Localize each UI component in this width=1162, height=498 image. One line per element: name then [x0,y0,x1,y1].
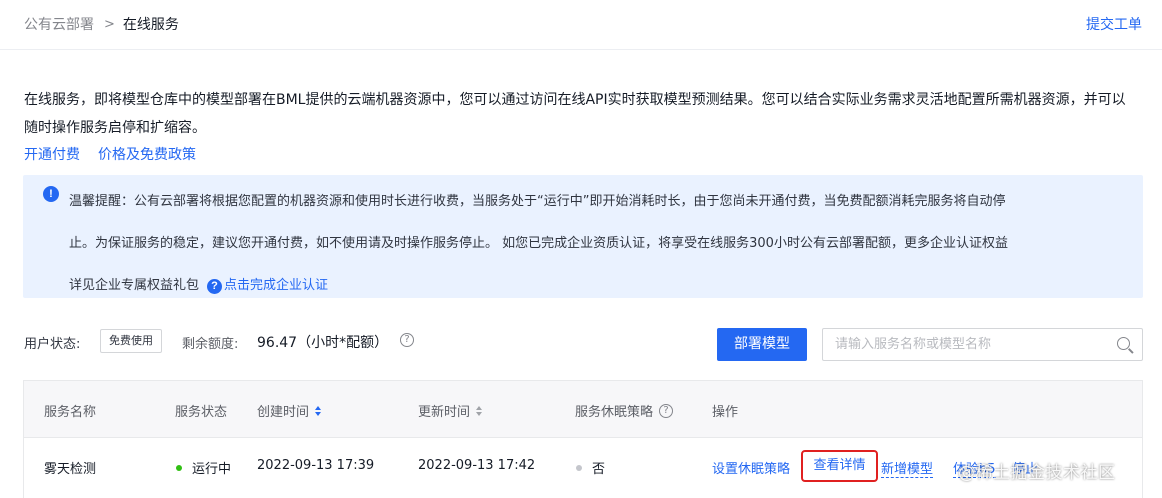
help-icon[interactable]: ? [400,333,414,347]
watermark: @稀土掘金技术社区 [958,463,1116,483]
status-dot-icon [576,464,582,471]
notice-line-1: 温馨提醒：公有云部署将根据您配置的机器资源和使用时长进行收费，当服务处于“运行中… [69,194,1006,209]
breadcrumb-parent-link[interactable]: 公有云部署 [24,14,94,34]
set-sleep-policy-button[interactable]: 设置休眠策略 [712,458,790,477]
notice-line-3: 详见企业专属权益礼包 ? 点击完成企业认证 [69,265,328,307]
service-status: 运行中 [176,458,231,477]
user-status-label: 用户状态: [24,337,81,352]
table-header: 服务名称 服务状态 创建时间 更新时间 服务休眠策略 ? 操作 [24,381,1142,438]
page-description: 在线服务，即将模型仓库中的模型部署在BML提供的云端机器资源中，您可以通过访问在… [24,92,1126,136]
column-header-name: 服务名称 [44,405,97,420]
chevron-right-icon: > [104,16,115,32]
column-header-sleep-policy: 服务休眠策略 ? [575,401,674,420]
sleep-policy-value: 否 [576,458,605,477]
created-time: 2022-09-13 17:39 [257,458,375,473]
view-detail-button[interactable]: 查看详情 [801,450,878,482]
quota-label: 剩余额度: [182,337,239,352]
sort-icon[interactable] [315,405,322,416]
sort-icon[interactable] [476,405,483,416]
column-header-created[interactable]: 创建时间 [257,401,322,420]
sleep-policy-label: 否 [592,462,606,477]
service-name: 雾天检测 [44,462,97,477]
updated-time: 2022-09-13 17:42 [418,458,536,473]
search-input[interactable] [823,329,1113,360]
column-header-created-label: 创建时间 [257,405,310,420]
add-model-button[interactable]: 新增模型 [881,458,934,478]
info-icon: ! [43,186,59,202]
open-billing-link[interactable]: 开通付费 [24,144,80,164]
submit-ticket-link[interactable]: 提交工单 [1086,14,1142,34]
notice-line-2: 止。为保证服务的稳定，建议您开通付费，如不使用请及时操作服务停止。 如您已完成企… [69,236,1008,251]
breadcrumb: 公有云部署 > 在线服务 [24,14,179,34]
pricing-policy-link[interactable]: 价格及免费政策 [98,144,196,164]
question-icon: ? [207,278,223,294]
billing-links: 开通付费 价格及免费政策 [24,144,196,164]
column-header-sleep-policy-label: 服务休眠策略 [575,405,654,420]
notice-banner: ! 温馨提醒：公有云部署将根据您配置的机器资源和使用时长进行收费，当服务处于“运… [23,175,1143,298]
quota-value: 96.47（小时*配额） [257,335,389,351]
column-header-updated-label: 更新时间 [418,405,471,420]
breadcrumb-current: 在线服务 [122,17,179,33]
column-header-status: 服务状态 [175,405,228,420]
notice-line-3-text: 详见企业专属权益礼包 [69,278,200,293]
status-dot-icon [176,464,182,471]
column-header-updated[interactable]: 更新时间 [418,401,483,420]
help-icon[interactable]: ? [659,403,674,418]
enterprise-auth-link[interactable]: 点击完成企业认证 [224,265,328,307]
deploy-model-button[interactable]: 部署模型 [717,328,807,361]
status-badge: 免费使用 [100,329,162,353]
service-status-label: 运行中 [192,462,232,477]
top-bar: 公有云部署 > 在线服务 提交工单 [0,0,1162,50]
column-header-actions: 操作 [712,405,739,420]
search-icon[interactable] [1117,337,1130,350]
search-box [822,328,1143,361]
